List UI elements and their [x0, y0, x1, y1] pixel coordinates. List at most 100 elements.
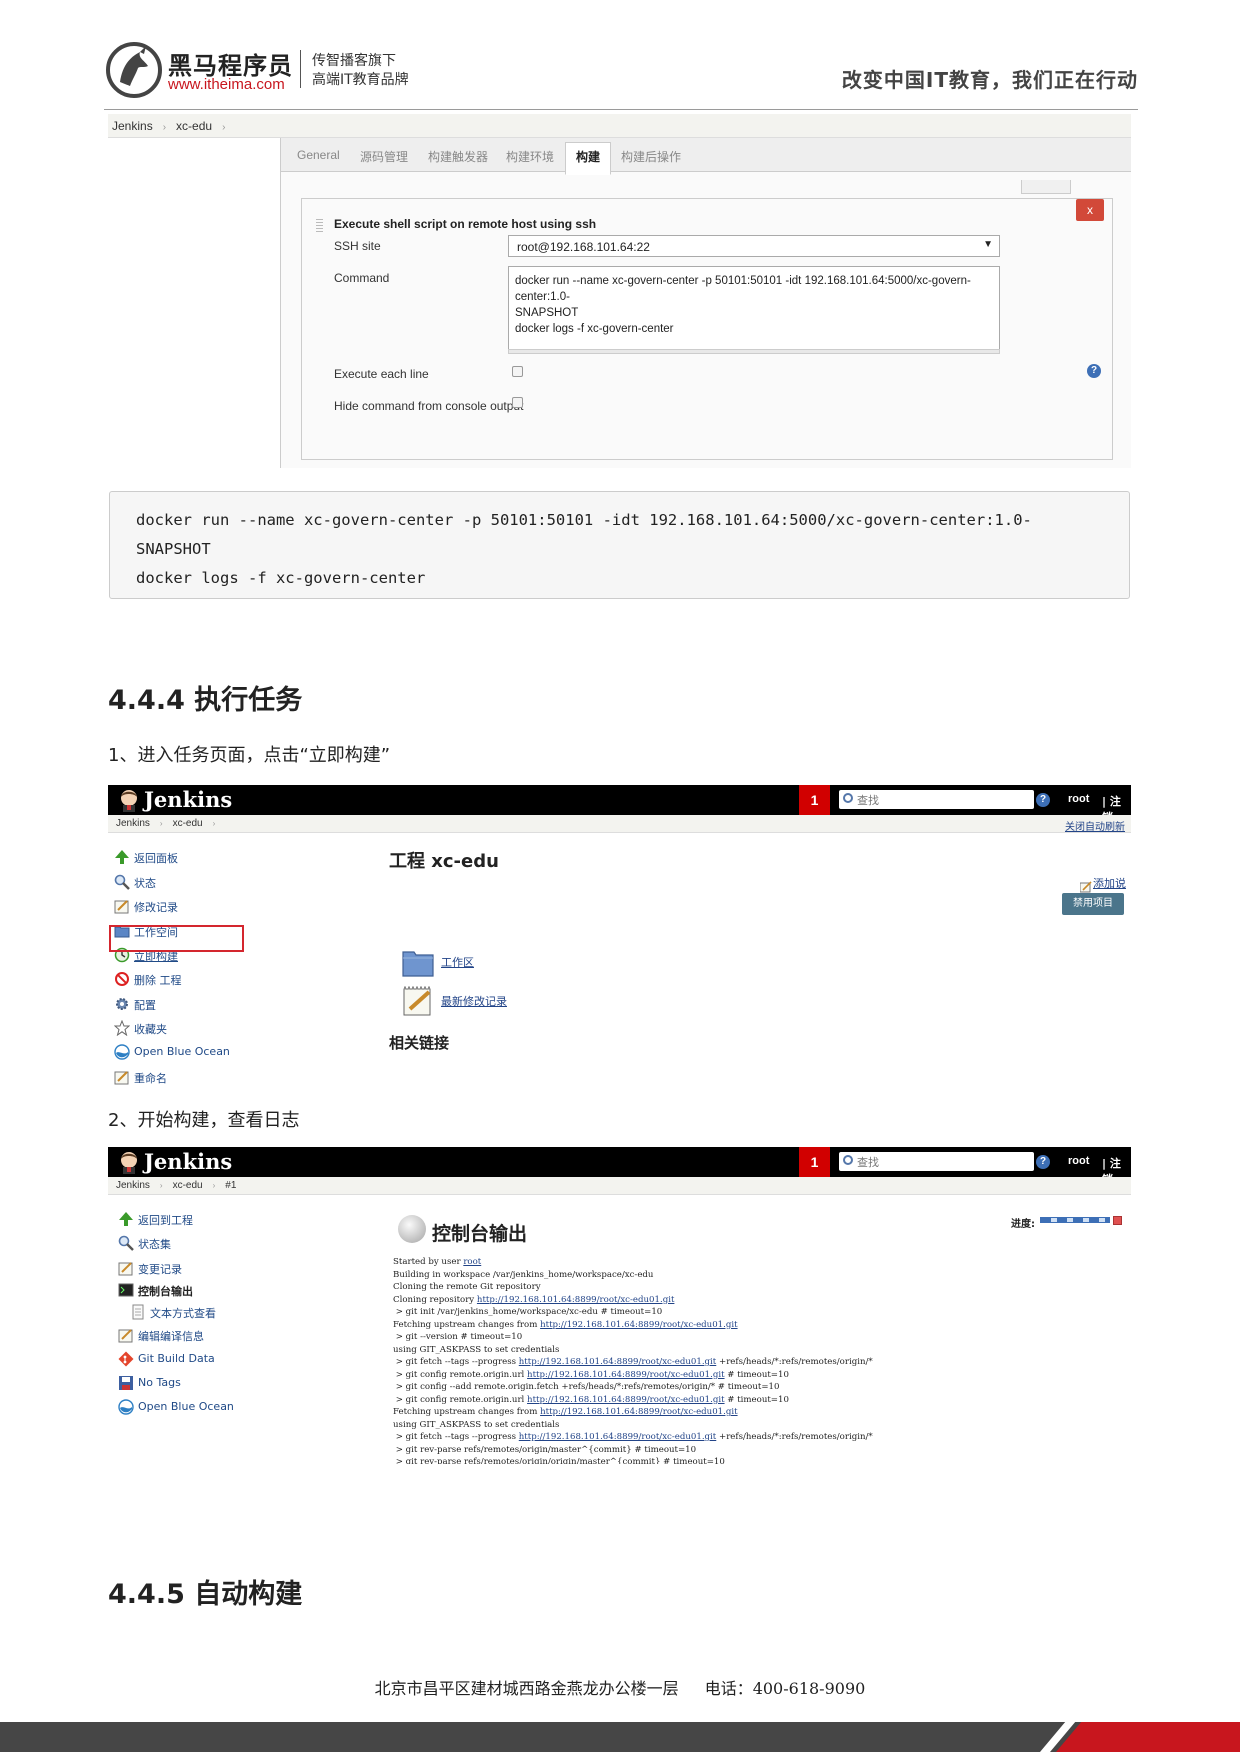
auto-refresh-link[interactable]: 关闭自动刷新 [1065, 818, 1125, 833]
search-input[interactable]: 查找 [839, 1152, 1034, 1171]
breadcrumb-job[interactable]: xc-edu [173, 1180, 203, 1191]
search-icon [843, 1155, 853, 1165]
breadcrumb-job[interactable]: xc-edu [173, 818, 203, 829]
execute-each-line-checkbox[interactable] [512, 366, 523, 377]
delete-step-button[interactable]: x [1076, 199, 1104, 221]
hide-command-checkbox[interactable] [512, 397, 523, 408]
jenkins-config-screenshot: Jenkins › xc-edu › General 源码管理 构建触发器 构建环境 … [108, 114, 1131, 468]
stop-build-icon[interactable] [1113, 1216, 1122, 1225]
section-heading-4-4-4: 4.4.4 执行任务 [108, 685, 303, 716]
breadcrumb-jenkins[interactable]: Jenkins [116, 818, 150, 829]
console-line: > git rev-parse refs/remotes/origin/orig… [393, 1456, 1093, 1464]
sidebar-item-label: 重命名 [134, 1072, 167, 1085]
console-text: > git --version # timeout=10 [393, 1332, 523, 1342]
breadcrumb-build[interactable]: #1 [225, 1180, 236, 1191]
jenkins-job-screenshot: Jenkins 1 查找 ? root | 注销 Jenkins › xc-edu ›… [108, 785, 1131, 1090]
console-link[interactable]: root [463, 1257, 481, 1267]
disable-project-button[interactable]: 禁用项目 [1062, 893, 1124, 915]
notepad-icon [118, 1262, 133, 1276]
tab-triggers[interactable]: 构建触发器 [428, 148, 488, 165]
ssh-site-select[interactable]: root@192.168.101.64:22 ▼ [508, 235, 1000, 257]
console-text: Fetching upstream changes from [393, 1319, 541, 1330]
console-line: Cloning the remote Git repository [393, 1281, 1093, 1294]
search-placeholder: 查找 [857, 1157, 879, 1169]
magnifier-icon [118, 1235, 134, 1251]
sidebar-item-label: 编辑编译信息 [138, 1330, 204, 1343]
sidebar-item-label: Open Blue Ocean [134, 1045, 230, 1058]
brand-url[interactable]: www.itheima.com [168, 76, 285, 93]
console-line: using GIT_ASKPASS to set credentials [393, 1344, 1093, 1357]
header-divider [300, 50, 301, 88]
step-1-text: 1、进入任务页面，点击“立即构建” [108, 745, 391, 766]
console-link[interactable]: http://192.168.101.64:8899/root/xc-edu01… [527, 1370, 725, 1380]
edit-pencil-icon [1080, 881, 1092, 893]
console-text: > git init /var/jenkins_home/workspace/x… [393, 1307, 663, 1317]
help-icon[interactable]: ? [1087, 364, 1101, 378]
console-link[interactable]: http://192.168.101.64:8899/root/xc-edu01… [540, 1320, 738, 1330]
command-textarea[interactable]: docker run --name xc-govern-center -p 50… [508, 266, 1000, 350]
tab-source[interactable]: 源码管理 [360, 148, 408, 165]
textarea-resize-bar[interactable] [508, 349, 1000, 354]
breadcrumb-separator-icon: › [212, 1181, 216, 1190]
notepad-icon [118, 1329, 133, 1343]
jenkins-top-bar: Jenkins 1 查找 ? root | 注销 [108, 785, 1131, 824]
console-link[interactable]: http://192.168.101.64:8899/root/xc-edu01… [477, 1295, 675, 1305]
command-label: Command [334, 271, 390, 285]
console-text: +refs/heads/*:refs/remotes/origin/* [716, 1357, 873, 1367]
footer-red-accent [1056, 1722, 1240, 1752]
recent-changes-link[interactable]: 最新修改记录 [441, 993, 507, 1009]
notification-badge[interactable]: 1 [799, 1147, 830, 1177]
console-text: > git rev-parse refs/remotes/origin/orig… [393, 1457, 725, 1464]
console-line: > git init /var/jenkins_home/workspace/x… [393, 1306, 1093, 1319]
breadcrumb-job[interactable]: xc-edu [176, 119, 212, 133]
gear-icon [116, 998, 128, 1010]
sidebar-item-label: 删除 工程 [134, 974, 182, 987]
console-text: # timeout=10 [724, 1369, 789, 1380]
magnifier-icon [114, 874, 130, 890]
console-line: Fetching upstream changes from http://19… [393, 1406, 1093, 1419]
sidebar-item-label: No Tags [138, 1376, 181, 1389]
console-line: Cloning repository http://192.168.101.64… [393, 1294, 1093, 1307]
related-links-heading: 相关链接 [389, 1034, 450, 1052]
notepad-icon [114, 900, 129, 914]
workspace-link[interactable]: 工作区 [441, 954, 474, 970]
notepad-icon [114, 1071, 129, 1085]
command-line: docker logs -f xc-govern-center [515, 323, 674, 335]
tab-build[interactable]: 构建 [565, 142, 612, 175]
breadcrumb-jenkins[interactable]: Jenkins [116, 1180, 150, 1191]
user-link[interactable]: root [1068, 1155, 1089, 1167]
blue-ocean-icon [118, 1399, 134, 1415]
console-line: Fetching upstream changes from http://19… [393, 1319, 1093, 1332]
breadcrumb-jenkins[interactable]: Jenkins [112, 119, 153, 133]
jenkins-title[interactable]: Jenkins [144, 787, 232, 812]
notification-badge[interactable]: 1 [799, 785, 830, 815]
tab-post-build[interactable]: 构建后操作 [621, 148, 681, 165]
tab-environment[interactable]: 构建环境 [506, 148, 554, 165]
console-link[interactable]: http://192.168.101.64:8899/root/xc-edu01… [519, 1432, 717, 1442]
user-link[interactable]: root [1068, 793, 1089, 805]
terminal-icon [118, 1283, 134, 1297]
drag-handle-icon[interactable] [316, 219, 323, 233]
help-icon[interactable]: ? [1036, 793, 1050, 807]
jenkins-title[interactable]: Jenkins [144, 1149, 232, 1174]
up-arrow-icon [119, 1212, 133, 1226]
step-title: Execute shell script on remote host usin… [334, 217, 597, 231]
console-line: > git config remote.origin.url http://19… [393, 1394, 1093, 1407]
console-text: Cloning repository [393, 1294, 477, 1305]
blue-ocean-icon [114, 1044, 130, 1060]
console-link[interactable]: http://192.168.101.64:8899/root/xc-edu01… [519, 1357, 717, 1367]
console-text: > git config remote.origin.url [393, 1369, 528, 1380]
folder-icon [402, 951, 434, 977]
console-text: # timeout=10 [724, 1394, 789, 1405]
tab-general[interactable]: General [297, 148, 340, 162]
console-link[interactable]: http://192.168.101.64:8899/root/xc-edu01… [527, 1395, 725, 1405]
console-text: > git config --add remote.origin.fetch +… [393, 1382, 780, 1392]
console-link[interactable]: http://192.168.101.64:8899/root/xc-edu01… [540, 1407, 738, 1417]
search-input[interactable]: 查找 [839, 790, 1034, 809]
console-text: Started by user [393, 1257, 464, 1267]
cropped-button[interactable] [1021, 180, 1071, 194]
command-line: SNAPSHOT [515, 307, 579, 319]
help-icon[interactable]: ? [1036, 1155, 1050, 1169]
ssh-site-label: SSH site [334, 239, 381, 253]
config-area: General 源码管理 构建触发器 构建环境 构建 构建后操作 Execute… [280, 138, 1131, 468]
